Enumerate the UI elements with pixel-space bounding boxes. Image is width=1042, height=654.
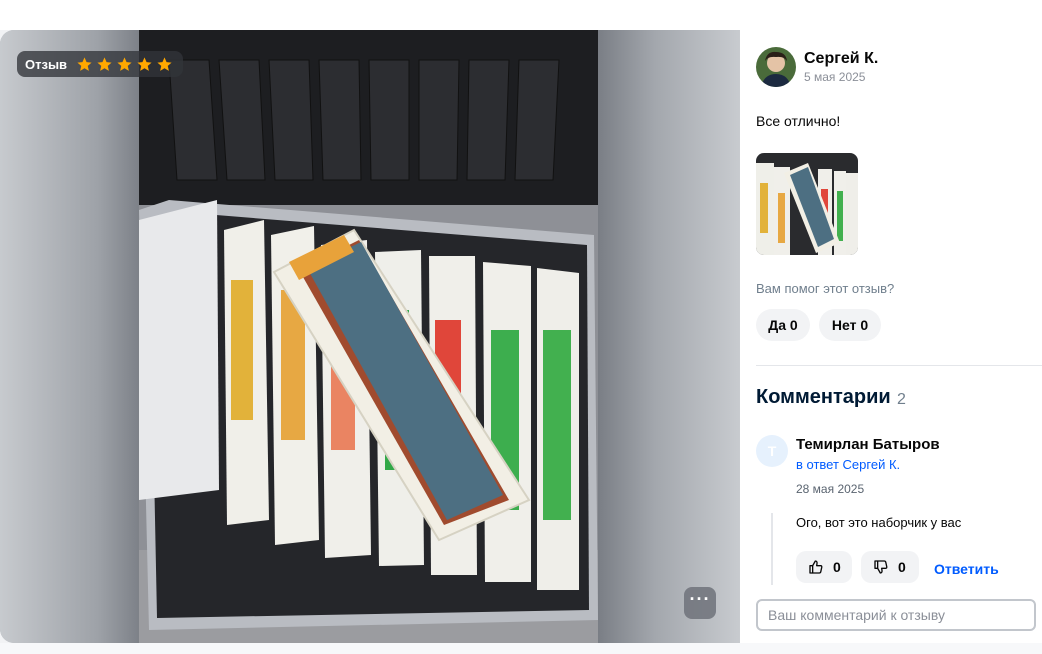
- comment-avatar: Т: [756, 435, 788, 467]
- vote-yes-button[interactable]: Да 0: [756, 309, 810, 341]
- comments-count: 2: [897, 391, 906, 408]
- review-author-name[interactable]: Сергей К.: [804, 50, 878, 68]
- star-icon: [117, 56, 132, 71]
- review-photo[interactable]: [139, 30, 598, 643]
- media-blur-right: [598, 30, 740, 643]
- comment-reply-button[interactable]: Ответить: [934, 561, 999, 577]
- comment-text: Ого, вот это наборчик у вас: [796, 515, 962, 530]
- comment-like-count: 0: [833, 559, 841, 575]
- review-text: Все отлично!: [756, 113, 841, 129]
- bottom-bar: [0, 643, 1042, 654]
- avatar[interactable]: [756, 47, 796, 87]
- review-rating-chip: Отзыв: [17, 51, 184, 77]
- review-media-viewer[interactable]: Отзыв ···: [0, 30, 740, 643]
- comment-like-button[interactable]: 0: [796, 551, 852, 583]
- comment-dislike-count: 0: [898, 559, 906, 575]
- star-icon: [97, 56, 112, 71]
- media-blur-left: [0, 30, 139, 643]
- comment-input[interactable]: [756, 599, 1036, 631]
- comment-author-name[interactable]: Темирлан Батыров: [796, 436, 940, 453]
- star-icon: [137, 56, 152, 71]
- comment-date: 28 мая 2025: [796, 482, 865, 496]
- divider: [756, 365, 1042, 366]
- thumbs-down-icon: [874, 560, 888, 574]
- comments-title: Комментарии: [756, 386, 891, 408]
- review-details-panel: Сергей К. 5 мая 2025 Все отлично! Вам по…: [740, 30, 1042, 643]
- top-bar: [0, 0, 1042, 30]
- more-options-button[interactable]: ···: [684, 587, 716, 619]
- review-photo-thumbnail[interactable]: [756, 153, 858, 255]
- review-label: Отзыв: [25, 56, 68, 72]
- comment-thread-line: [771, 513, 773, 585]
- star-icon: [157, 56, 172, 71]
- vote-no-button[interactable]: Нет 0: [819, 309, 881, 341]
- helpful-question: Вам помог этот отзыв?: [756, 281, 895, 296]
- review-date: 5 мая 2025: [804, 70, 866, 84]
- thumbs-up-icon: [809, 560, 823, 574]
- comment-reply-to-link[interactable]: в ответ Сергей К.: [796, 457, 900, 472]
- star-icon: [77, 56, 92, 71]
- rating-stars: [76, 56, 173, 73]
- comment-dislike-button[interactable]: 0: [861, 551, 919, 583]
- review-modal: Отзыв ··· Сергей К. 5 мая 2025 Все отлич…: [0, 30, 1042, 643]
